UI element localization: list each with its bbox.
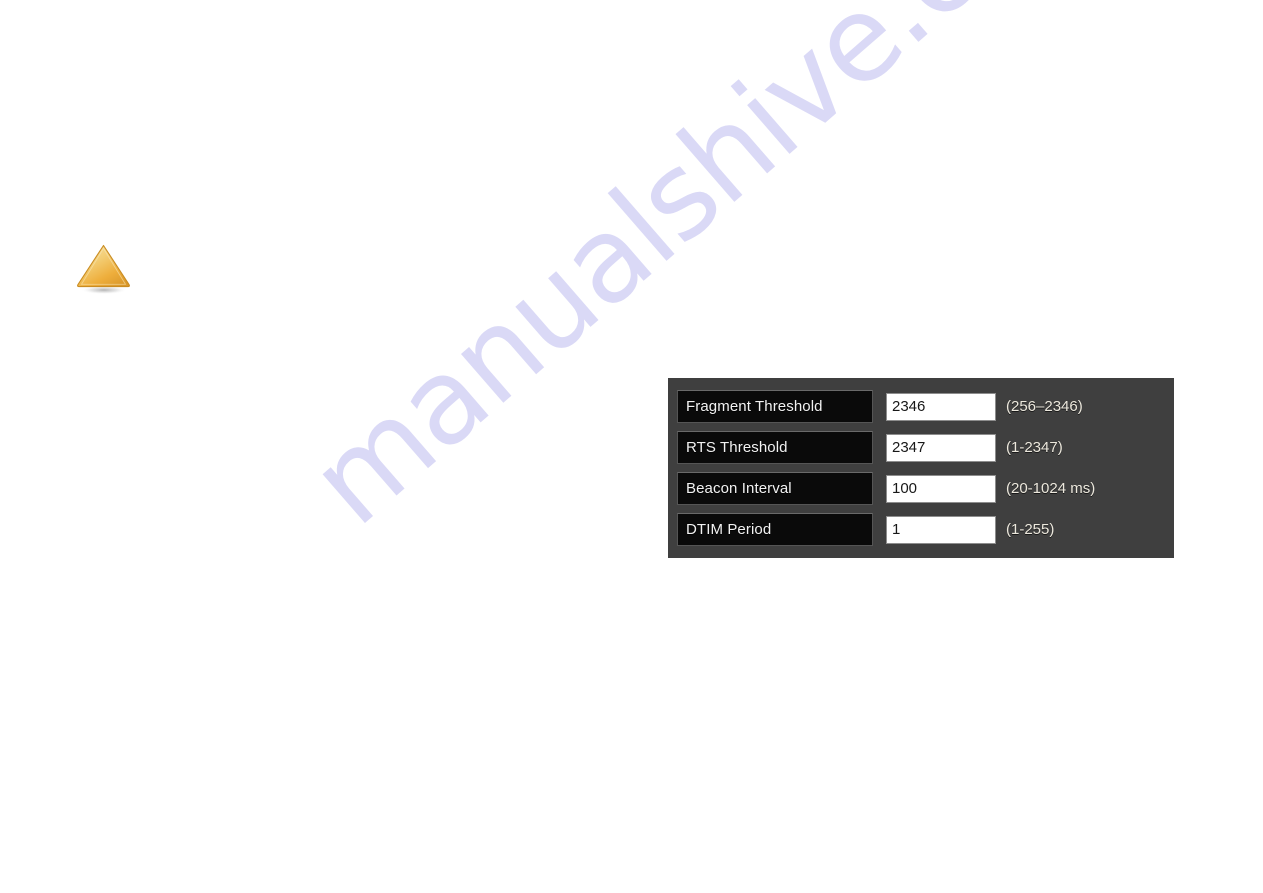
warning-triangle-icon [75,243,133,295]
table-row: DTIM Period 1 (1-255) [677,513,1174,546]
fragment-threshold-input[interactable]: 2346 [886,392,996,421]
table-row: RTS Threshold 2347 (1-2347) [677,431,1174,464]
table-row: Fragment Threshold 2346 (256–2346) [677,390,1174,423]
rts-threshold-label: RTS Threshold [677,431,873,464]
dtim-period-label: DTIM Period [677,513,873,546]
beacon-interval-label: Beacon Interval [677,472,873,505]
dtim-period-input[interactable]: 1 [886,515,996,544]
rts-threshold-range-hint: (1-2347) [1006,439,1063,456]
beacon-interval-range-hint: (20-1024 ms) [1006,480,1096,497]
wireless-advanced-settings-panel: Fragment Threshold 2346 (256–2346) RTS T… [668,378,1174,558]
fragment-threshold-label: Fragment Threshold [677,390,873,423]
dtim-period-range-hint: (1-255) [1006,521,1055,538]
fragment-threshold-range-hint: (256–2346) [1006,398,1083,415]
rts-threshold-input[interactable]: 2347 [886,433,996,462]
table-row: Beacon Interval 100 (20-1024 ms) [677,472,1174,505]
beacon-interval-input[interactable]: 100 [886,474,996,503]
